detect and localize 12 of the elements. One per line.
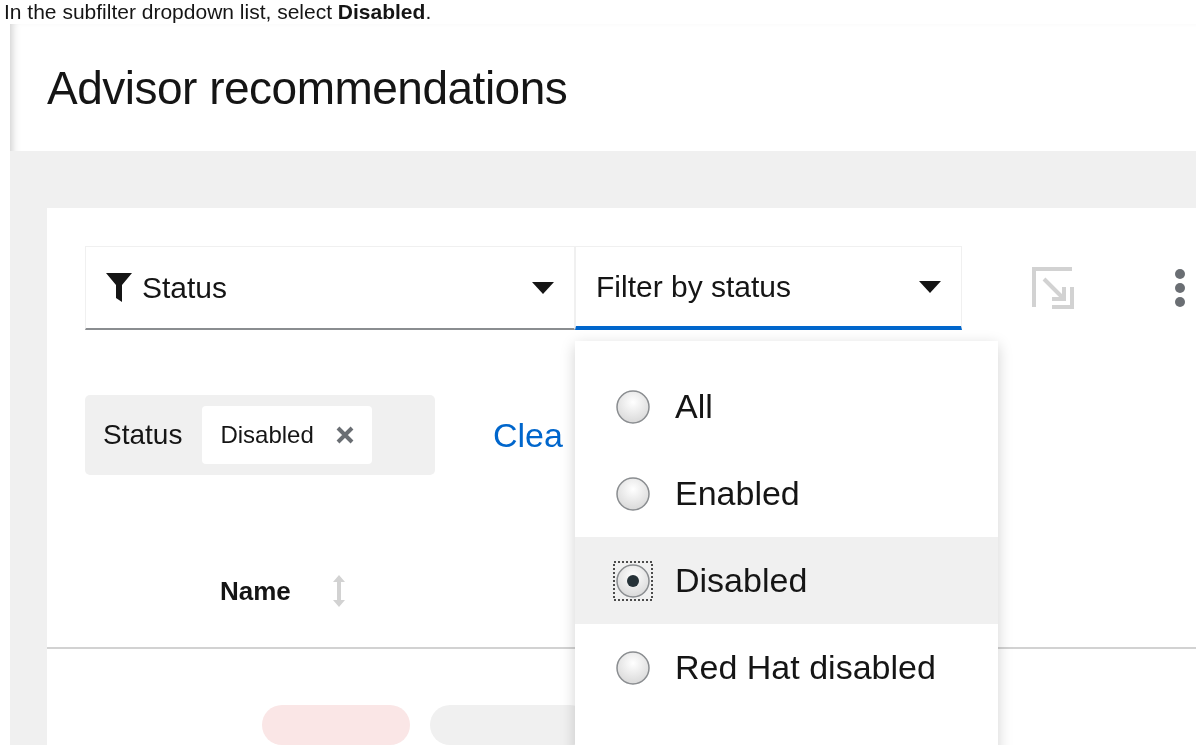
menu-option[interactable]: Enabled xyxy=(575,450,998,537)
chip-label: Disabled xyxy=(220,421,314,449)
page-title: Advisor recommendations xyxy=(47,60,568,115)
status-filter-select[interactable]: Filter by status xyxy=(575,246,962,330)
menu-option[interactable]: Disabled xyxy=(575,537,998,624)
menu-option[interactable]: Red Hat disabled xyxy=(575,624,998,711)
attribute-select[interactable]: Status xyxy=(85,246,575,330)
chip-category: Status xyxy=(103,419,183,451)
instruction-text: In the subfilter dropdown list, select Disabled. xyxy=(3,0,433,24)
menu-option[interactable]: All xyxy=(575,363,998,450)
column-header[interactable]: Name xyxy=(220,575,291,607)
clear-filters-link[interactable]: Clea xyxy=(493,415,563,455)
